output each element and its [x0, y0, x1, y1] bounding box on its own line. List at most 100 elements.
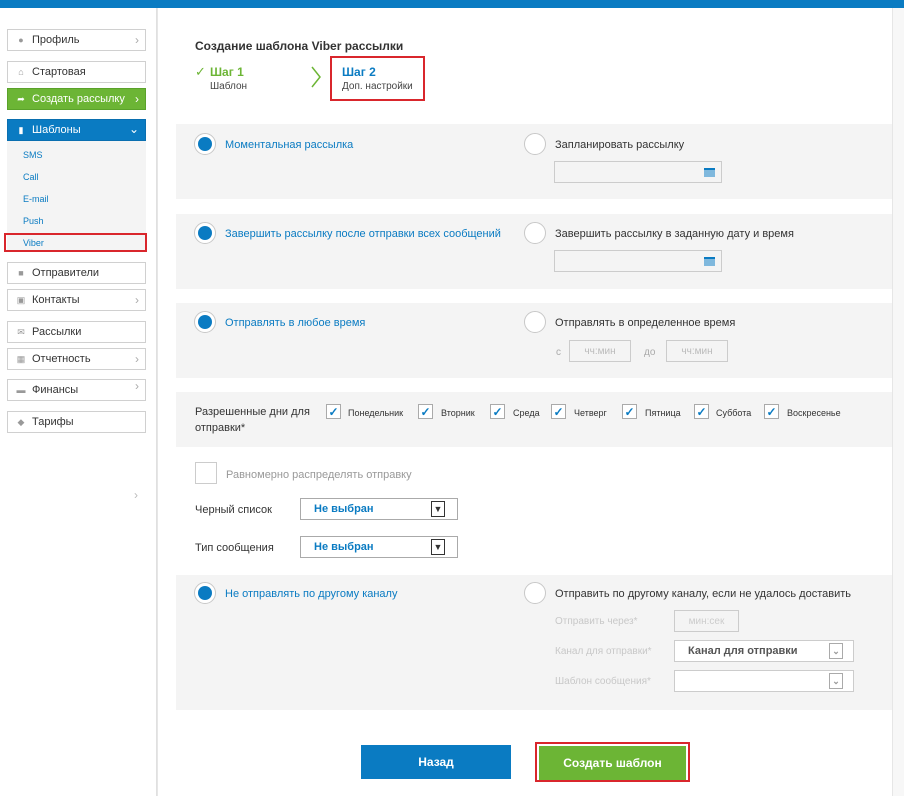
- sidebar-item-profile[interactable]: ● Профиль ›: [7, 29, 146, 51]
- create-template-button[interactable]: Создать шаблон: [539, 746, 686, 780]
- sidebar-item-label: Создать рассылку: [32, 93, 125, 105]
- sidebar-item-label: Отправители: [32, 267, 100, 279]
- day-checkbox-tuesday[interactable]: ✓: [418, 404, 433, 419]
- calendar-icon[interactable]: [704, 168, 715, 177]
- submenu-item-sms[interactable]: SMS: [23, 150, 43, 160]
- sidebar-item-label: Профиль: [32, 34, 80, 46]
- finish-date-input[interactable]: [554, 250, 722, 272]
- to-label: до: [644, 347, 656, 358]
- top-bar: [0, 0, 904, 8]
- day-label: Четверг: [574, 408, 607, 418]
- day-checkbox-sunday[interactable]: ✓: [764, 404, 779, 419]
- document-icon: ▮: [18, 124, 24, 135]
- back-button[interactable]: Назад: [361, 745, 511, 779]
- blacklist-select[interactable]: Не выбран ▼: [300, 498, 458, 520]
- dropdown-arrow-icon[interactable]: ▼: [431, 501, 445, 517]
- step1-title[interactable]: Шаг 1: [210, 65, 244, 79]
- day-label: Воскресенье: [787, 408, 841, 418]
- specific-time-label[interactable]: Отправлять в определенное время: [555, 317, 735, 329]
- day-label: Пятница: [645, 408, 681, 418]
- scheduled-radio[interactable]: [524, 133, 546, 155]
- sidebar-item-tariffs[interactable]: ◆ Тарифы: [7, 411, 146, 433]
- blacklist-label: Черный список: [195, 504, 272, 516]
- day-label: Суббота: [716, 408, 752, 418]
- submenu-item-call[interactable]: Call: [23, 172, 39, 182]
- no-fallback-radio[interactable]: [194, 582, 216, 604]
- channel-select[interactable]: Канал для отправки ⌄: [674, 640, 854, 662]
- chevron-right-icon: ›: [135, 293, 139, 307]
- user-icon: ●: [18, 35, 24, 45]
- message-type-select[interactable]: Не выбран ▼: [300, 536, 458, 558]
- step-arrow-icon: [311, 66, 321, 88]
- chevron-right-icon: ›: [135, 379, 139, 393]
- chevron-right-icon: ›: [135, 92, 139, 106]
- distribute-checkbox[interactable]: [195, 462, 217, 484]
- message-type-value: Не выбран: [314, 541, 374, 553]
- day-checkbox-monday[interactable]: ✓: [326, 404, 341, 419]
- days-label: Разрешенные дни для отправки*: [195, 406, 310, 434]
- mail-icon: ✉: [17, 326, 25, 337]
- sidebar-item-label: Отчетность: [32, 353, 91, 365]
- sidebar-item-label: Тарифы: [32, 416, 74, 428]
- sidebar-item-label: Шаблоны: [32, 124, 81, 136]
- any-time-label[interactable]: Отправлять в любое время: [225, 317, 365, 329]
- content-border: [157, 8, 158, 796]
- sidebar-item-contacts[interactable]: ▣ Контакты ›: [7, 289, 146, 311]
- chevron-down-icon: ⌄: [128, 122, 139, 136]
- viber-highlight-box: [4, 233, 147, 252]
- sidebar-item-templates[interactable]: ▮ Шаблоны ⌄: [7, 119, 146, 141]
- time-from-input[interactable]: чч:мин: [569, 340, 631, 362]
- submenu-item-email[interactable]: E-mail: [23, 194, 49, 204]
- submenu-item-push[interactable]: Push: [23, 216, 44, 226]
- finish-after-all-label[interactable]: Завершить рассылку после отправки всех с…: [225, 228, 501, 240]
- sidebar-item-label: Стартовая: [32, 66, 86, 78]
- day-checkbox-saturday[interactable]: ✓: [694, 404, 709, 419]
- sidebar-item-reports[interactable]: ▦ Отчетность ›: [7, 348, 146, 370]
- scheduled-label[interactable]: Запланировать рассылку: [555, 139, 684, 151]
- sidebar-item-start[interactable]: ⌂ Стартовая: [7, 61, 146, 83]
- day-checkbox-friday[interactable]: ✓: [622, 404, 637, 419]
- sidebar-item-finance[interactable]: ▬ Финансы ›: [7, 379, 146, 401]
- dropdown-arrow-icon[interactable]: ▼: [431, 539, 445, 555]
- sidebar-item-mailings[interactable]: ✉ Рассылки: [7, 321, 146, 343]
- day-label: Среда: [513, 408, 540, 418]
- specific-time-radio[interactable]: [524, 311, 546, 333]
- day-label: Вторник: [441, 408, 475, 418]
- send-via-input[interactable]: мин:сек: [674, 610, 739, 632]
- checkmark-icon: ✓: [195, 64, 206, 79]
- distribute-label[interactable]: Равномерно распределять отправку: [226, 469, 412, 481]
- dropdown-arrow-icon[interactable]: ⌄: [829, 673, 843, 689]
- sidebar-item-label: Финансы: [32, 384, 79, 396]
- step1-subtitle: Шаблон: [210, 81, 248, 92]
- time-to-input[interactable]: чч:мин: [666, 340, 728, 362]
- channel-label: Канал для отправки*: [555, 646, 652, 657]
- sidebar-item-create-mailing[interactable]: ➦ Создать рассылку ›: [7, 88, 146, 110]
- fallback-radio[interactable]: [524, 582, 546, 604]
- chevron-right-icon[interactable]: ›: [134, 488, 138, 502]
- finish-at-date-radio[interactable]: [524, 222, 546, 244]
- step2-title[interactable]: Шаг 2: [342, 65, 376, 79]
- finish-at-date-label[interactable]: Завершить рассылку в заданную дату и вре…: [555, 228, 794, 240]
- no-fallback-label[interactable]: Не отправлять по другому каналу: [225, 588, 397, 600]
- instant-label[interactable]: Моментальная рассылка: [225, 139, 353, 151]
- calendar-icon[interactable]: [704, 257, 715, 266]
- contacts-icon: ▣: [16, 294, 26, 305]
- day-checkbox-thursday[interactable]: ✓: [551, 404, 566, 419]
- any-time-radio[interactable]: [194, 311, 216, 333]
- fallback-label[interactable]: Отправить по другому каналу, если не уда…: [555, 588, 851, 600]
- day-checkbox-wednesday[interactable]: ✓: [490, 404, 505, 419]
- share-icon: ➦: [17, 93, 25, 104]
- message-icon: ■: [18, 268, 24, 278]
- instant-radio[interactable]: [194, 133, 216, 155]
- finish-after-all-radio[interactable]: [194, 222, 216, 244]
- page-title: Создание шаблона Viber рассылки: [195, 39, 404, 53]
- step2-subtitle: Доп. настройки: [342, 81, 413, 92]
- template-label: Шаблон сообщения*: [555, 676, 651, 687]
- dropdown-arrow-icon[interactable]: ⌄: [829, 643, 843, 659]
- finance-icon: ▬: [16, 385, 26, 395]
- template-select[interactable]: ⌄: [674, 670, 854, 692]
- report-icon: ▦: [16, 353, 26, 364]
- day-label: Понедельник: [348, 408, 404, 418]
- schedule-date-input[interactable]: [554, 161, 722, 183]
- sidebar-item-senders[interactable]: ■ Отправители: [7, 262, 146, 284]
